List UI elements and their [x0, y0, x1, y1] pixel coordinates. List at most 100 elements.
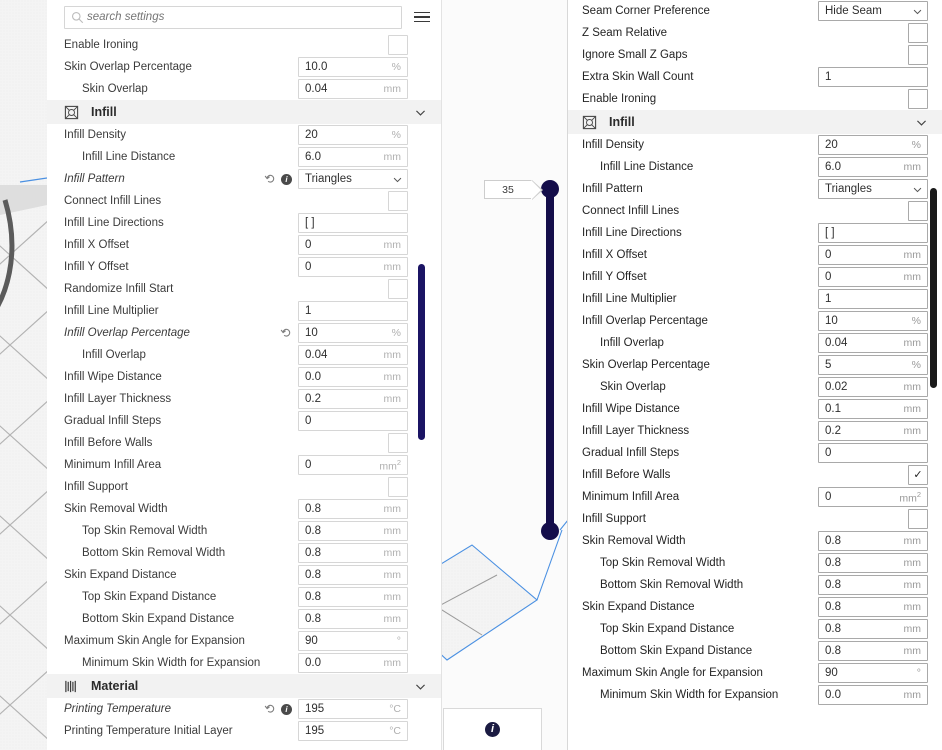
checkbox-infill-before-walls[interactable]: ✓: [908, 465, 928, 485]
checkbox-infill-support[interactable]: [908, 509, 928, 529]
input-minimum-skin-width-for-expansion[interactable]: 0.0 mm: [818, 685, 928, 705]
input-value: 10.0: [305, 61, 328, 73]
setting-row-printing-temperature-initial-layer: Printing Temperature Initial Layer 195 °C: [47, 720, 441, 742]
chevron-down-icon[interactable]: [414, 106, 427, 119]
revert-icon[interactable]: [264, 173, 276, 185]
input-unit: mm: [903, 403, 922, 415]
input-infill-y-offset[interactable]: 0 mm: [818, 267, 928, 287]
input-infill-wipe-distance[interactable]: 0.1 mm: [818, 399, 928, 419]
input-infill-density[interactable]: 20%: [298, 125, 408, 145]
input-skin-overlap[interactable]: 0.04 mm: [298, 79, 408, 99]
input-maximum-skin-angle-for-expansion[interactable]: 90 °: [818, 663, 928, 683]
input-value: 0.04: [305, 83, 328, 95]
input-bottom-skin-expand-distance[interactable]: 0.8 mm: [298, 609, 408, 629]
input-skin-removal-width[interactable]: 0.8 mm: [818, 531, 928, 551]
input-unit: mm: [903, 337, 922, 349]
info-icon[interactable]: i: [281, 703, 292, 715]
dropdown-infill-pattern[interactable]: Triangles: [298, 169, 408, 189]
section-header-infill[interactable]: Infill: [568, 110, 942, 134]
revert-icon[interactable]: [280, 327, 292, 339]
input-value: 0.1: [825, 403, 841, 415]
settings-list-left[interactable]: Enable Ironing Skin Overlap Percentage 10.…: [47, 34, 441, 750]
input-skin-overlap[interactable]: 0.02 mm: [818, 377, 928, 397]
input-infill-layer-thickness[interactable]: 0.2 mm: [818, 421, 928, 441]
input-infill-wipe-distance[interactable]: 0.0 mm: [298, 367, 408, 387]
setting-row-infill-density: Infill Density 20%: [47, 124, 441, 146]
setting-label: Enable Ironing: [582, 93, 657, 105]
input-extra-skin-wall-count[interactable]: 1: [818, 67, 928, 87]
input-infill-x-offset[interactable]: 0 mm: [818, 245, 928, 265]
checkbox-enable-ironing[interactable]: [388, 35, 408, 55]
scrollbar-left[interactable]: [418, 264, 425, 440]
scrollbar-right[interactable]: [930, 188, 937, 388]
input-printing-temperature-initial-layer[interactable]: 195 °C: [298, 721, 408, 741]
checkbox-enable-ironing[interactable]: [908, 89, 928, 109]
input-minimum-skin-width-for-expansion[interactable]: 0.0 mm: [298, 653, 408, 673]
viewport-info-box[interactable]: i: [443, 708, 542, 750]
checkbox-randomize-infill-start[interactable]: [388, 279, 408, 299]
input-skin-expand-distance[interactable]: 0.8 mm: [818, 597, 928, 617]
setting-row-infill-y-offset: Infill Y Offset 0 mm: [568, 266, 942, 288]
dropdown-infill-pattern[interactable]: Triangles: [818, 179, 928, 199]
search-input[interactable]: [87, 11, 395, 23]
input-bottom-skin-removal-width[interactable]: 0.8 mm: [298, 543, 408, 563]
chevron-down-icon[interactable]: [915, 116, 928, 129]
input-skin-expand-distance[interactable]: 0.8 mm: [298, 565, 408, 585]
input-gradual-infill-steps[interactable]: 0: [818, 443, 928, 463]
input-infill-density[interactable]: 20%: [818, 135, 928, 155]
slider-handle-top[interactable]: [541, 180, 559, 198]
input-infill-x-offset[interactable]: 0 mm: [298, 235, 408, 255]
setting-label: Infill Layer Thickness: [64, 393, 172, 405]
viewport-middle-strip[interactable]: 35 i: [441, 0, 567, 750]
input-gradual-infill-steps[interactable]: 0: [298, 411, 408, 431]
input-infill-line-multiplier[interactable]: 1: [818, 289, 928, 309]
input-infill-overlap-percentage[interactable]: 10%: [298, 323, 408, 343]
input-top-skin-expand-distance[interactable]: 0.8 mm: [298, 587, 408, 607]
input-printing-temperature[interactable]: 195 °C: [298, 699, 408, 719]
slider-track[interactable]: [546, 188, 554, 532]
checkbox-infill-support[interactable]: [388, 477, 408, 497]
section-header-infill[interactable]: Infill: [47, 100, 441, 124]
checkbox-infill-before-walls[interactable]: [388, 433, 408, 453]
settings-list-right[interactable]: Seam Corner Preference Hide Seam Z Seam Re…: [568, 0, 942, 750]
checkbox-connect-infill-lines[interactable]: [908, 201, 928, 221]
input-top-skin-expand-distance[interactable]: 0.8 mm: [818, 619, 928, 639]
input-infill-y-offset[interactable]: 0 mm: [298, 257, 408, 277]
slider-handle-bottom[interactable]: [541, 522, 559, 540]
viewport-left-strip[interactable]: [0, 0, 47, 750]
input-bottom-skin-removal-width[interactable]: 0.8 mm: [818, 575, 928, 595]
input-maximum-skin-angle-for-expansion[interactable]: 90 °: [298, 631, 408, 651]
checkbox-z-seam-relative[interactable]: [908, 23, 928, 43]
input-skin-overlap-percentage[interactable]: 5%: [818, 355, 928, 375]
input-skin-overlap-percentage[interactable]: 10.0%: [298, 57, 408, 77]
input-infill-line-distance[interactable]: 6.0 mm: [818, 157, 928, 177]
setting-label: Top Skin Expand Distance: [600, 623, 735, 635]
search-box[interactable]: [64, 5, 402, 29]
revert-icon[interactable]: [264, 703, 276, 715]
input-minimum-infill-area[interactable]: 0 mm2: [818, 487, 928, 507]
input-infill-line-multiplier[interactable]: 1: [298, 301, 408, 321]
section-header-material[interactable]: Material: [47, 674, 441, 698]
input-value: 0.8: [305, 569, 321, 581]
input-infill-layer-thickness[interactable]: 0.2 mm: [298, 389, 408, 409]
input-infill-line-distance[interactable]: 6.0 mm: [298, 147, 408, 167]
dropdown-seam-corner-preference[interactable]: Hide Seam: [818, 1, 928, 21]
input-infill-line-directions[interactable]: [ ]: [818, 223, 928, 243]
info-icon[interactable]: i: [281, 173, 292, 185]
input-top-skin-removal-width[interactable]: 0.8 mm: [818, 553, 928, 573]
input-infill-line-directions[interactable]: [ ]: [298, 213, 408, 233]
input-infill-overlap-percentage[interactable]: 10%: [818, 311, 928, 331]
chevron-down-icon: [913, 9, 922, 14]
checkbox-connect-infill-lines[interactable]: [388, 191, 408, 211]
input-bottom-skin-expand-distance[interactable]: 0.8 mm: [818, 641, 928, 661]
input-top-skin-removal-width[interactable]: 0.8 mm: [298, 521, 408, 541]
hamburger-menu-icon[interactable]: [411, 6, 433, 28]
layer-view-slider[interactable]: 35: [484, 180, 562, 540]
info-icon[interactable]: i: [485, 722, 500, 737]
input-skin-removal-width[interactable]: 0.8 mm: [298, 499, 408, 519]
checkbox-ignore-small-z-gaps[interactable]: [908, 45, 928, 65]
input-infill-overlap[interactable]: 0.04 mm: [298, 345, 408, 365]
chevron-down-icon[interactable]: [414, 680, 427, 693]
input-infill-overlap[interactable]: 0.04 mm: [818, 333, 928, 353]
input-minimum-infill-area[interactable]: 0 mm2: [298, 455, 408, 475]
